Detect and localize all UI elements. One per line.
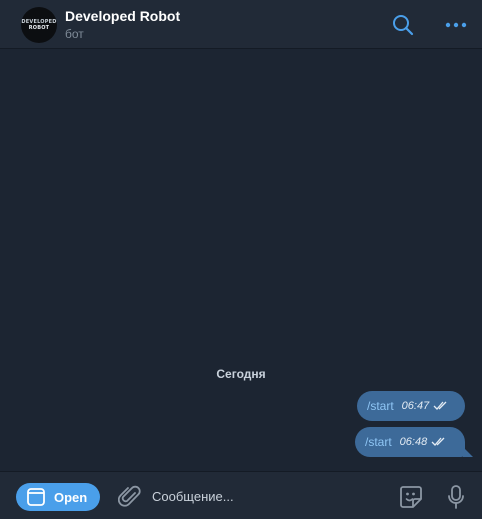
web-app-icon <box>27 488 45 506</box>
message-time: 06:47 <box>401 400 430 412</box>
message-command-link[interactable]: /start <box>365 435 392 449</box>
chat-title[interactable]: Developed Robot <box>65 8 180 24</box>
double-check-icon <box>431 437 447 447</box>
search-icon <box>393 15 414 36</box>
double-check-icon <box>433 401 449 411</box>
chat-header: DEVELOPED ROBOT Developed Robot бот <box>0 0 482 49</box>
message-time: 06:48 <box>399 436 428 448</box>
open-button-label: Open <box>54 489 88 505</box>
search-button[interactable] <box>390 12 416 38</box>
message-command-link[interactable]: /start <box>367 399 394 413</box>
microphone-icon <box>448 485 464 509</box>
attach-button[interactable] <box>117 484 142 510</box>
outgoing-message[interactable]: /start 06:48 <box>355 427 473 457</box>
paperclip-icon <box>117 485 141 507</box>
chat-subtitle: бот <box>65 27 84 41</box>
composer: Open <box>0 471 482 519</box>
more-dots-icon <box>445 22 467 28</box>
message-input[interactable] <box>152 484 382 508</box>
sticker-button[interactable] <box>398 484 424 510</box>
more-button[interactable] <box>443 14 469 36</box>
outgoing-message[interactable]: /start 06:47 <box>357 391 465 421</box>
avatar[interactable]: DEVELOPED ROBOT <box>21 7 57 43</box>
bubble-tail <box>463 447 473 457</box>
avatar-text-line2: ROBOT <box>28 25 50 31</box>
open-web-app-button[interactable]: Open <box>16 483 100 511</box>
voice-record-button[interactable] <box>446 484 466 510</box>
message-list[interactable]: Сегодня /start 06:47 /start 06:48 <box>0 49 482 471</box>
date-separator: Сегодня <box>216 367 266 381</box>
sticker-icon <box>400 486 422 508</box>
